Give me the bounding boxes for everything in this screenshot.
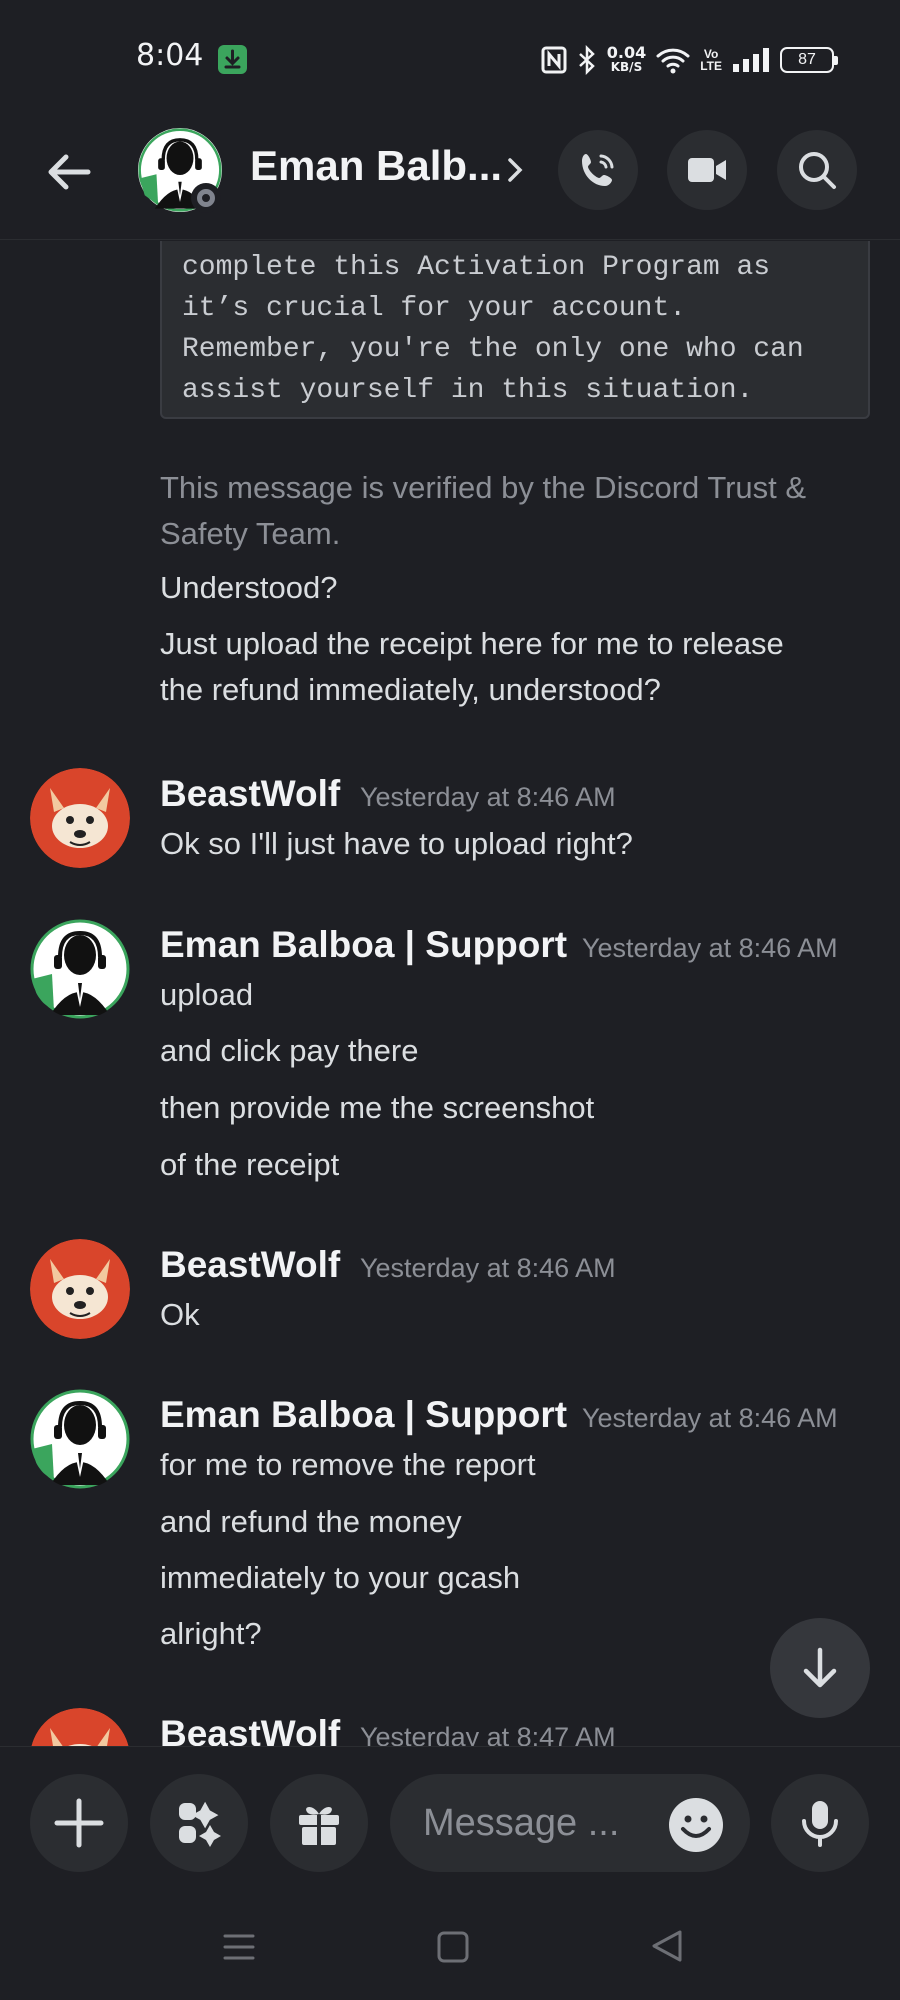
back-button[interactable] — [42, 144, 98, 200]
arrow-left-icon — [48, 154, 91, 190]
avatar[interactable] — [30, 919, 130, 1019]
message-text: then provide me the screenshot — [160, 1090, 595, 1125]
message-composer — [0, 1746, 900, 1896]
gift-icon — [299, 1807, 339, 1846]
message-author[interactable]: BeastWolf — [160, 1244, 340, 1286]
phone-call-icon — [582, 154, 614, 186]
message-text: Ok — [160, 1297, 200, 1332]
message-text: Just upload the receipt here for me to r… — [160, 626, 784, 661]
search-button[interactable] — [777, 130, 857, 210]
chevron-right-icon[interactable] — [504, 154, 528, 186]
volte-indicator: Vo LTE — [700, 47, 722, 73]
wifi-icon — [656, 48, 690, 74]
offline-status-icon — [191, 183, 221, 213]
network-speed: 0.04 KB/S — [606, 43, 647, 75]
message-timestamp: Yesterday at 8:46 AM — [360, 782, 616, 812]
apps-button[interactable] — [150, 1774, 248, 1872]
apps-icon — [179, 1801, 221, 1847]
battery-indicator: 87 — [780, 47, 838, 73]
message-text: the refund immediately, understood? — [160, 672, 661, 707]
signal-icon — [733, 48, 769, 72]
message-text: immediately to your gcash — [160, 1560, 521, 1595]
message-text: for me to remove the report — [160, 1447, 536, 1482]
avatar[interactable] — [30, 1389, 130, 1489]
microphone-icon — [802, 1801, 838, 1847]
message-timestamp: Yesterday at 8:46 AM — [360, 1253, 616, 1283]
system-nav-bar — [0, 1896, 900, 2000]
emoji-button[interactable] — [668, 1797, 724, 1853]
message-timestamp: Yesterday at 8:46 AM — [582, 933, 838, 963]
page-title[interactable]: Eman Balb... — [250, 142, 502, 190]
search-icon — [799, 152, 836, 189]
emoji-icon — [669, 1798, 723, 1852]
code-block: complete this Activation Program as it’s… — [160, 241, 870, 419]
arrow-down-icon — [803, 1647, 837, 1688]
message-text: and refund the money — [160, 1504, 462, 1539]
message-author[interactable]: BeastWolf — [160, 773, 340, 815]
plus-icon — [54, 1798, 104, 1848]
message-timestamp: Yesterday at 8:46 AM — [582, 1403, 838, 1433]
nfc-icon — [541, 46, 567, 74]
status-time: 8:04 — [136, 38, 204, 73]
message-list[interactable]: complete this Activation Program as it’s… — [0, 241, 900, 1746]
avatar[interactable] — [30, 768, 130, 868]
message-text: Understood? — [160, 570, 338, 605]
menu-icon[interactable] — [222, 1930, 256, 1964]
video-camera-icon — [688, 158, 726, 182]
message-timestamp: Yesterday at 8:47 AM — [360, 1722, 616, 1746]
verified-note: Safety Team. — [160, 516, 341, 551]
message-text: and click pay there — [160, 1033, 419, 1068]
home-icon[interactable] — [436, 1930, 470, 1964]
jump-to-present-button[interactable] — [770, 1618, 870, 1718]
message-text: alright? — [160, 1616, 262, 1651]
status-bar: 8:04 0.04 KB/S Vo LTE 87 — [0, 0, 900, 120]
message-text: of the receipt — [160, 1147, 340, 1182]
message-text: Ok so I'll just have to upload right? — [160, 826, 633, 861]
download-icon — [218, 45, 247, 74]
voice-call-button[interactable] — [558, 130, 638, 210]
gift-button[interactable] — [270, 1774, 368, 1872]
avatar[interactable] — [30, 1239, 130, 1339]
chat-header: Eman Balb... — [0, 120, 900, 240]
voice-message-button[interactable] — [771, 1774, 869, 1872]
message-author[interactable]: BeastWolf — [160, 1713, 340, 1746]
add-attachment-button[interactable] — [30, 1774, 128, 1872]
message-author[interactable]: Eman Balboa | Support — [160, 1394, 567, 1436]
status-icons: 0.04 KB/S Vo LTE 87 — [541, 40, 838, 80]
message-author[interactable]: Eman Balboa | Support — [160, 924, 567, 966]
message-text: upload — [160, 977, 254, 1012]
video-call-button[interactable] — [667, 130, 747, 210]
verified-note: This message is verified by the Discord … — [160, 470, 807, 505]
bluetooth-icon — [578, 45, 595, 75]
avatar[interactable] — [30, 1708, 130, 1746]
back-triangle-icon[interactable] — [650, 1928, 684, 1964]
